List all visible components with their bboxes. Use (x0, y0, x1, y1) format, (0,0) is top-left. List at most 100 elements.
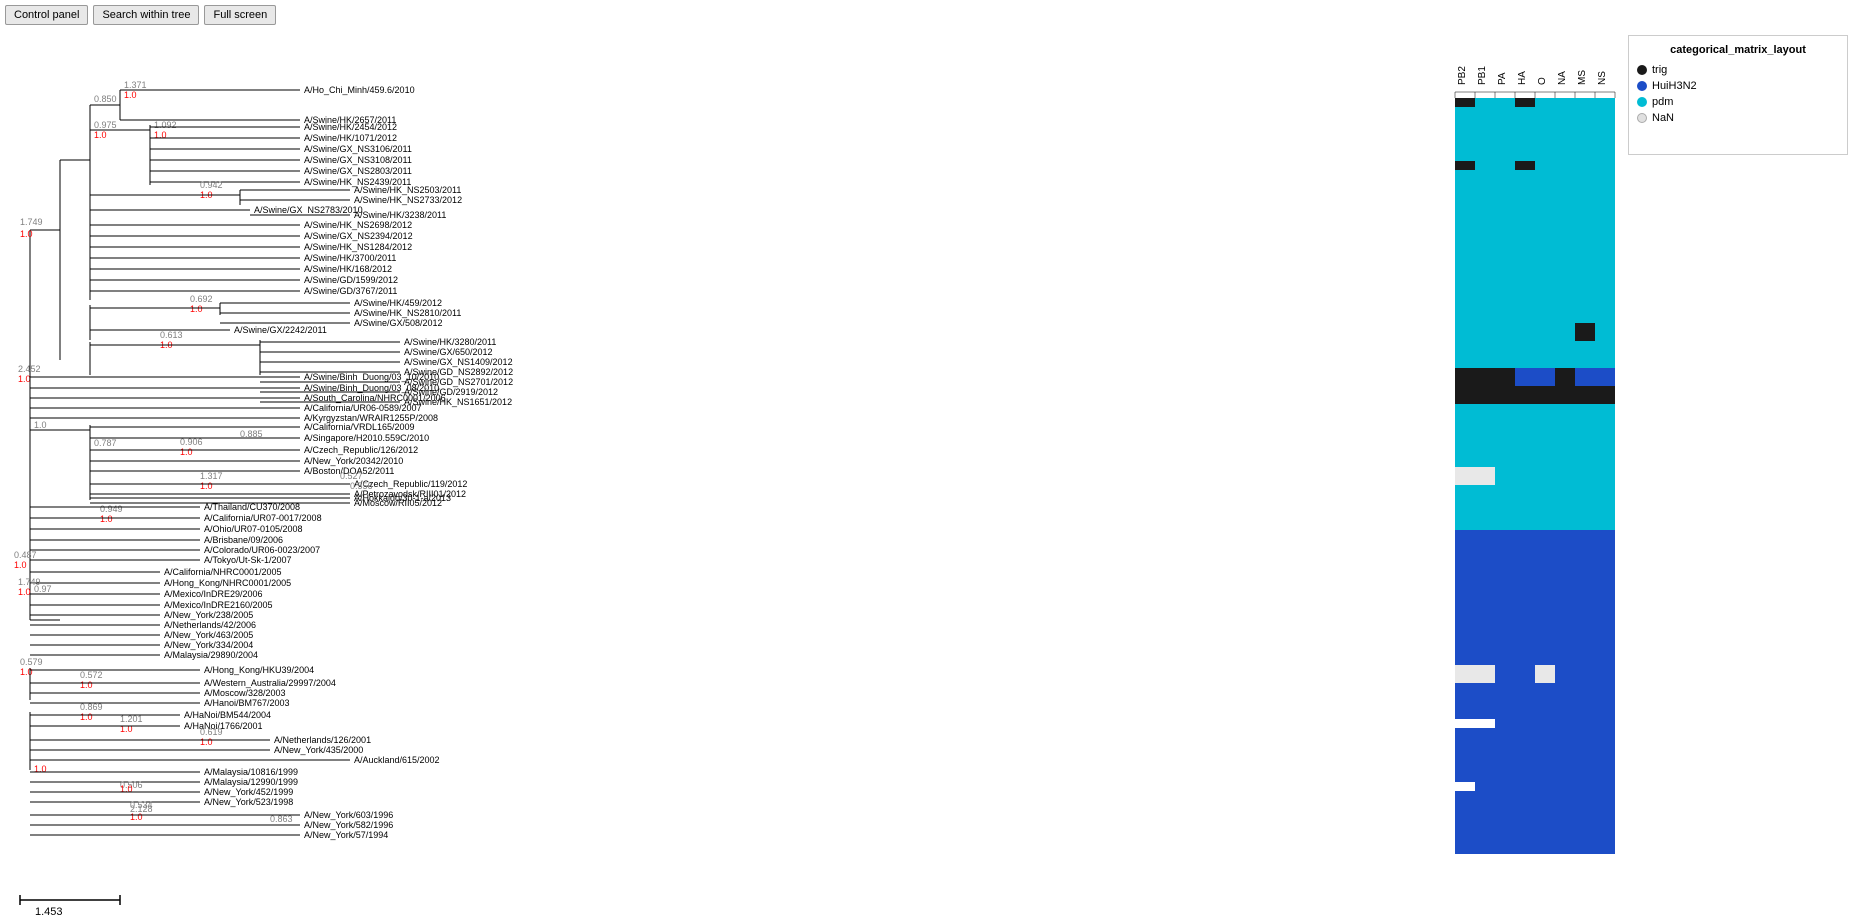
svg-text:A/Swine/GX_NS3106/2011: A/Swine/GX_NS3106/2011 (304, 144, 412, 154)
svg-text:A/Tokyo/Ut-Sk-1/2007: A/Tokyo/Ut-Sk-1/2007 (204, 555, 292, 565)
svg-text:A/Swine/GX_NS2803/2011: A/Swine/GX_NS2803/2011 (304, 166, 412, 176)
svg-text:A/Mexico/InDRE29/2006: A/Mexico/InDRE29/2006 (164, 589, 263, 599)
svg-text:A/New_York/582/1996: A/New_York/582/1996 (304, 820, 393, 830)
svg-text:A/Swine/HK/3280/2011: A/Swine/HK/3280/2011 (404, 337, 496, 347)
svg-text:A/Swine/GD/3767/2011: A/Swine/GD/3767/2011 (304, 286, 397, 296)
pdm-label: pdm (1652, 96, 1673, 108)
phylogenetic-tree: 1.453 1.749 1.0 0.850 A/Ho_Chi_Minh/459.… (0, 30, 1080, 919)
svg-text:A/California/UR07-0017/2008: A/California/UR07-0017/2008 (204, 513, 322, 523)
svg-text:A/Swine/GX_NS2394/2012: A/Swine/GX_NS2394/2012 (304, 231, 413, 241)
full-screen-button[interactable]: Full screen (204, 5, 276, 25)
svg-text:A/California/NHRC0001/2005: A/California/NHRC0001/2005 (164, 567, 282, 577)
svg-text:1.0: 1.0 (34, 420, 47, 430)
svg-text:A/Swine/HK_NS2810/2011: A/Swine/HK_NS2810/2011 (354, 308, 461, 318)
nan-dot (1637, 113, 1647, 123)
svg-text:0.975: 0.975 (94, 120, 117, 130)
svg-text:1.0: 1.0 (200, 481, 213, 491)
svg-text:A/Ho_Chi_Minh/459.6/2010: A/Ho_Chi_Minh/459.6/2010 (304, 85, 415, 95)
svg-text:A/Mexico/InDRE2160/2005: A/Mexico/InDRE2160/2005 (164, 600, 273, 610)
legend-item-nan: NaN (1637, 112, 1839, 124)
svg-text:0.613: 0.613 (160, 330, 183, 340)
svg-text:0.942: 0.942 (200, 180, 223, 190)
svg-text:A/New_York/57/1994: A/New_York/57/1994 (304, 830, 388, 840)
right-panel: PB2 PB1 PA HA O NA MS NS (1443, 30, 1853, 919)
svg-text:A/Swine/HK/168/2012: A/Swine/HK/168/2012 (304, 264, 392, 274)
trig-dot (1637, 65, 1647, 75)
svg-text:0.850: 0.850 (94, 94, 117, 104)
legend-item-huih3n2: HuiH3N2 (1637, 80, 1839, 92)
svg-text:A/Swine/Binh_Duong/03_08/2010: A/Swine/Binh_Duong/03_08/2010 (304, 383, 439, 393)
svg-text:O: O (1537, 77, 1548, 85)
svg-text:1.0: 1.0 (180, 447, 193, 457)
svg-text:A/Swine/Binh_Duong/03_10/2010: A/Swine/Binh_Duong/03_10/2010 (304, 372, 439, 382)
svg-text:A/Colorado/UR06-0023/2007: A/Colorado/UR06-0023/2007 (204, 545, 320, 555)
pdm-dot (1637, 97, 1647, 107)
svg-text:1.0: 1.0 (18, 374, 31, 384)
svg-text:A/Hanoi/BM767/2003: A/Hanoi/BM767/2003 (204, 698, 290, 708)
svg-text:A/New_York/603/1996: A/New_York/603/1996 (304, 810, 393, 820)
svg-text:A/Hong_Kong/NHRC0001/2005: A/Hong_Kong/NHRC0001/2005 (164, 578, 291, 588)
svg-text:MS: MS (1577, 70, 1588, 85)
svg-text:A/South_Carolina/NHRC0001/2006: A/South_Carolina/NHRC0001/2006 (304, 393, 446, 403)
svg-text:A/Swine/HK/3700/2011: A/Swine/HK/3700/2011 (304, 253, 396, 263)
svg-text:HA: HA (1517, 71, 1528, 85)
svg-text:A/Swine/GX/508/2012: A/Swine/GX/508/2012 (354, 318, 443, 328)
svg-text:1.0: 1.0 (190, 304, 203, 314)
svg-text:A/New_York/334/2004: A/New_York/334/2004 (164, 640, 253, 650)
main-area: 1.453 1.749 1.0 0.850 A/Ho_Chi_Minh/459.… (0, 30, 1853, 919)
svg-text:0.869: 0.869 (80, 702, 103, 712)
svg-text:A/Swine/GX_NS2783/2010: A/Swine/GX_NS2783/2010 (254, 205, 363, 215)
svg-text:A/Swine/HK_NS1284/2012: A/Swine/HK_NS1284/2012 (304, 242, 412, 252)
svg-text:A/New_York/523/1998: A/New_York/523/1998 (204, 797, 293, 807)
svg-text:A/Thailand/CU370/2008: A/Thailand/CU370/2008 (204, 502, 300, 512)
svg-text:A/New_York/452/1999: A/New_York/452/1999 (204, 787, 293, 797)
svg-text:1.749: 1.749 (20, 217, 43, 227)
svg-text:1.0: 1.0 (80, 712, 93, 722)
svg-text:A/New_York/435/2000: A/New_York/435/2000 (274, 745, 363, 755)
svg-text:A/New_York/238/2005: A/New_York/238/2005 (164, 610, 253, 620)
svg-text:A/California/UR06-0589/2007: A/California/UR06-0589/2007 (304, 403, 422, 413)
svg-text:A/Swine/HK_NS2698/2012: A/Swine/HK_NS2698/2012 (304, 220, 412, 230)
tree-container[interactable]: 1.453 1.749 1.0 0.850 A/Ho_Chi_Minh/459.… (0, 30, 1443, 919)
svg-text:A/Ohio/UR07-0105/2008: A/Ohio/UR07-0105/2008 (204, 524, 303, 534)
nan-label: NaN (1652, 112, 1674, 124)
huih3n2-label: HuiH3N2 (1652, 80, 1697, 92)
svg-text:1.0: 1.0 (130, 812, 143, 822)
legend-item-pdm: pdm (1637, 96, 1839, 108)
svg-text:A/Malaysia/10816/1999: A/Malaysia/10816/1999 (204, 767, 298, 777)
svg-text:A/California/VRDL165/2009: A/California/VRDL165/2009 (304, 422, 415, 432)
svg-text:A/Auckland/615/2002: A/Auckland/615/2002 (354, 755, 440, 765)
svg-text:A/Swine/GX/650/2012: A/Swine/GX/650/2012 (404, 347, 493, 357)
svg-text:A/Swine/HK/459/2012: A/Swine/HK/459/2012 (354, 298, 442, 308)
svg-text:1.0: 1.0 (124, 90, 137, 100)
legend-item-trig: trig (1637, 64, 1839, 76)
svg-text:A/New_York/20342/2010: A/New_York/20342/2010 (304, 456, 403, 466)
svg-text:1.317: 1.317 (200, 471, 223, 481)
svg-text:1.092: 1.092 (154, 120, 177, 130)
svg-text:A/Swine/GX_NS1409/2012: A/Swine/GX_NS1409/2012 (404, 357, 513, 367)
svg-text:A/Swine/HK/1071/2012: A/Swine/HK/1071/2012 (304, 133, 397, 143)
svg-text:1.371: 1.371 (124, 80, 147, 90)
top-bar: Control panel Search within tree Full sc… (0, 0, 1853, 30)
svg-text:A/Swine/HK/2454/2012: A/Swine/HK/2454/2012 (304, 122, 397, 132)
svg-text:A/Swine/HK_NS2503/2011: A/Swine/HK_NS2503/2011 (354, 185, 461, 195)
huih3n2-dot (1637, 81, 1647, 91)
control-panel-button[interactable]: Control panel (5, 5, 88, 25)
svg-text:1.749: 1.749 (18, 577, 41, 587)
svg-text:NA: NA (1557, 71, 1568, 85)
legend: categorical_matrix_layout trig HuiH3N2 p… (1628, 35, 1848, 155)
svg-text:A/Swine/HK/3238/2011: A/Swine/HK/3238/2011 (354, 210, 446, 220)
svg-text:A/Moscow/328/2003: A/Moscow/328/2003 (204, 688, 286, 698)
svg-text:A/Malaysia/12990/1999: A/Malaysia/12990/1999 (204, 777, 298, 787)
svg-text:2.452: 2.452 (18, 364, 41, 374)
legend-title: categorical_matrix_layout (1637, 44, 1839, 56)
svg-text:0.692: 0.692 (190, 294, 213, 304)
svg-text:1.0: 1.0 (80, 680, 93, 690)
svg-text:1.0: 1.0 (20, 229, 33, 239)
search-within-tree-button[interactable]: Search within tree (93, 5, 199, 25)
svg-text:0.556: 0.556 (350, 481, 373, 491)
svg-text:0.572: 0.572 (80, 670, 103, 680)
svg-text:1.0: 1.0 (20, 667, 33, 677)
svg-text:PB1: PB1 (1477, 66, 1488, 85)
svg-text:A/Swine/HK_NS2733/2012: A/Swine/HK_NS2733/2012 (354, 195, 462, 205)
